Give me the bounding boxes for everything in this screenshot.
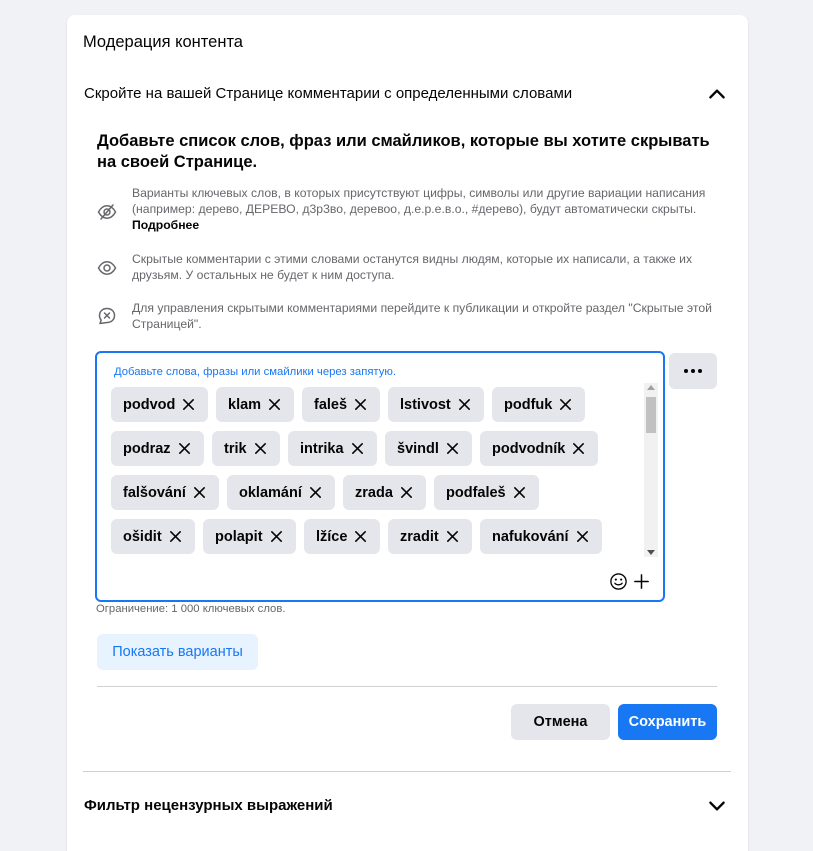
keyword-chip: intrika xyxy=(288,431,377,466)
keyword-chip: faleš xyxy=(302,387,381,422)
keyword-chip-label: oklamání xyxy=(239,484,302,501)
section-heading: Добавьте список слов, фраз или смайликов… xyxy=(97,132,710,171)
keyword-chip-label: zrada xyxy=(355,484,393,501)
keyword-chip-label: intrika xyxy=(300,440,344,457)
remove-keyword-icon[interactable] xyxy=(353,529,368,544)
content-moderation-panel: Модерация контента Скройте на вашей Стра… xyxy=(67,15,748,851)
remove-keyword-icon[interactable] xyxy=(575,529,590,544)
info-item-variants: Варианты ключевых слов, в которых присут… xyxy=(97,185,717,235)
remove-keyword-icon[interactable] xyxy=(181,397,196,412)
keyword-chip-label: ošidit xyxy=(123,528,162,545)
keyword-chip: podfuk xyxy=(492,387,586,422)
remove-keyword-icon[interactable] xyxy=(192,485,207,500)
keyword-limit-text: Ограничение: 1 000 ключевых слов. xyxy=(96,603,286,615)
chevron-up-icon[interactable] xyxy=(706,83,728,105)
keyword-chip-label: faleš xyxy=(314,396,348,413)
keyword-chip: polapit xyxy=(203,519,296,554)
keyword-chip: podvod xyxy=(111,387,209,422)
keyword-chip: trik xyxy=(212,431,280,466)
keyword-chip: zrada xyxy=(343,475,426,510)
remove-keyword-icon[interactable] xyxy=(445,529,460,544)
learn-more-link[interactable]: Подробнее xyxy=(132,218,199,232)
add-icon[interactable] xyxy=(632,572,651,591)
cancel-button[interactable]: Отмена xyxy=(511,704,610,740)
keyword-chip: lžíce xyxy=(304,519,381,554)
remove-keyword-icon[interactable] xyxy=(350,441,365,456)
keyword-chip: klam xyxy=(216,387,295,422)
divider xyxy=(83,771,731,772)
panel-title: Модерация контента xyxy=(83,33,243,51)
remove-keyword-icon[interactable] xyxy=(399,485,414,500)
keyword-chip-label: podvod xyxy=(123,396,176,413)
remove-keyword-icon[interactable] xyxy=(177,441,192,456)
info-text-visibility: Скрытые комментарии с этими словами оста… xyxy=(132,252,693,282)
eye-slash-icon xyxy=(97,202,117,222)
keyword-chip: lstivost xyxy=(388,387,484,422)
keyword-chip-label: podraz xyxy=(123,440,171,457)
keyword-chip: švindl xyxy=(385,431,472,466)
keyword-chip: podraz xyxy=(111,431,204,466)
remove-keyword-icon[interactable] xyxy=(308,485,323,500)
remove-keyword-icon[interactable] xyxy=(168,529,183,544)
info-item-manage: Для управления скрытыми комментариями пе… xyxy=(97,300,717,334)
keyword-chip: ošidit xyxy=(111,519,195,554)
keyword-chip-label: trik xyxy=(224,440,247,457)
keyword-chip-label: podfaleš xyxy=(446,484,506,501)
remove-keyword-icon[interactable] xyxy=(445,441,460,456)
keywords-input-box[interactable]: Добавьте слова, фразы или смайлики через… xyxy=(95,351,665,602)
keyword-chip: falšování xyxy=(111,475,219,510)
keyword-chip-label: falšování xyxy=(123,484,186,501)
remove-keyword-icon[interactable] xyxy=(253,441,268,456)
keyword-chip-label: švindl xyxy=(397,440,439,457)
remove-keyword-icon[interactable] xyxy=(558,397,573,412)
save-button[interactable]: Сохранить xyxy=(618,704,717,740)
info-text-manage: Для управления скрытыми комментариями пе… xyxy=(132,301,712,331)
keyword-chip: podfaleš xyxy=(434,475,539,510)
keyword-chip-row: podraz trik intrika švindl podvodník xyxy=(111,431,636,466)
hide-words-section-header[interactable]: Скройте на вашей Странице комментарии с … xyxy=(84,85,732,105)
keyword-chip-label: zradit xyxy=(400,528,439,545)
remove-keyword-icon[interactable] xyxy=(267,397,282,412)
keyword-chip: nafukování xyxy=(480,519,602,554)
scroll-thumb[interactable] xyxy=(646,397,656,433)
comment-hidden-icon xyxy=(97,306,117,326)
keyword-chip-row: podvod klam faleš lstivost podfuk xyxy=(111,387,636,422)
keyword-chip: oklamání xyxy=(227,475,335,510)
show-variants-button[interactable]: Показать варианты xyxy=(97,634,258,670)
keyword-chip-label: nafukování xyxy=(492,528,569,545)
more-icon xyxy=(684,369,702,373)
keyword-chip-label: klam xyxy=(228,396,262,413)
chevron-down-icon[interactable] xyxy=(706,795,728,817)
keyword-chip-label: polapit xyxy=(215,528,263,545)
emoji-icon[interactable] xyxy=(609,572,628,591)
more-options-button[interactable] xyxy=(669,353,717,389)
keyword-chip-label: podvodník xyxy=(492,440,566,457)
profanity-filter-header[interactable]: Фильтр нецензурных выражений xyxy=(84,797,732,817)
divider xyxy=(97,686,717,687)
eye-icon xyxy=(97,258,117,278)
keyword-chip: podvodník xyxy=(480,431,599,466)
keywords-hint: Добавьте слова, фразы или смайлики через… xyxy=(114,366,396,378)
keyword-chips: podvod klam faleš lstivost podfuk podraz trik i… xyxy=(111,387,636,567)
keyword-chip-label: lžíce xyxy=(316,528,348,545)
remove-keyword-icon[interactable] xyxy=(353,397,368,412)
scroll-down-arrow[interactable] xyxy=(647,550,655,555)
remove-keyword-icon[interactable] xyxy=(512,485,527,500)
keyword-chip: zradit xyxy=(388,519,472,554)
keywords-scrollbar[interactable] xyxy=(644,383,658,557)
remove-keyword-icon[interactable] xyxy=(571,441,586,456)
keyword-chip-label: podfuk xyxy=(504,396,553,413)
keyword-chip-row: falšování oklamání zrada podfaleš xyxy=(111,475,636,510)
keyword-chip-label: lstivost xyxy=(400,396,451,413)
info-text-variants: Варианты ключевых слов, в которых присут… xyxy=(132,186,706,216)
section-title: Скройте на вашей Странице комментарии с … xyxy=(84,85,573,102)
scroll-up-arrow[interactable] xyxy=(647,385,655,390)
remove-keyword-icon[interactable] xyxy=(269,529,284,544)
filter-section-title: Фильтр нецензурных выражений xyxy=(84,797,333,814)
keyword-chip-row: ošidit polapit lžíce zradit nafukování xyxy=(111,519,636,554)
info-item-visibility: Скрытые комментарии с этими словами оста… xyxy=(97,251,717,285)
remove-keyword-icon[interactable] xyxy=(457,397,472,412)
